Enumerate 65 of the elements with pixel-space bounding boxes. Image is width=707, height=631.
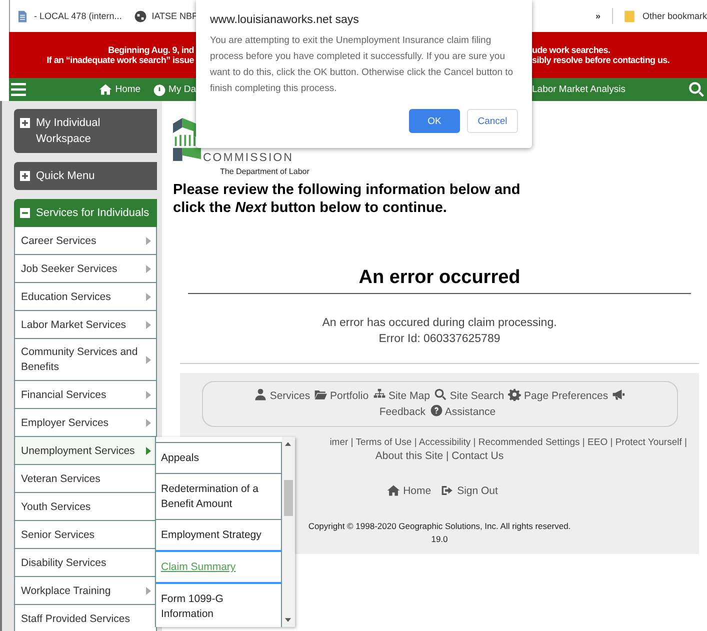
version-text: 19.0 — [431, 534, 448, 544]
sidebar-item[interactable]: Job Seeker Services — [14, 255, 157, 283]
gauge-icon — [152, 83, 166, 96]
ok-button[interactable]: OK — [409, 109, 460, 133]
scrollbar-thumb[interactable] — [284, 480, 294, 516]
minus-icon — [20, 208, 30, 218]
sidebar-item[interactable]: Financial Services — [14, 381, 157, 409]
error-id: Error Id: 060337625789 — [378, 333, 500, 345]
bookmark-link[interactable]: IATSE NBF — [152, 11, 198, 21]
legal-links: About this Site | Contact Us — [375, 450, 504, 462]
bookmark-link[interactable]: - LOCAL 478 (intern... — [34, 11, 122, 21]
footer-link[interactable]: Assistance — [444, 406, 496, 418]
error-title: An error occurred — [358, 267, 520, 289]
sitemap-icon — [372, 388, 386, 401]
logo-text: COMMISSION — [203, 152, 294, 164]
footer-link[interactable]: Page Preferences — [524, 390, 608, 402]
footer-link[interactable]: Sign Out — [457, 484, 498, 496]
sign-out-icon — [441, 484, 454, 497]
error-message: An error has occured during claim processing. — [322, 317, 557, 329]
footer-link[interactable]: Site Search — [450, 390, 504, 402]
cancel-button[interactable]: Cancel — [467, 109, 518, 133]
footer-link[interactable]: Services — [270, 390, 310, 402]
sidebar-item[interactable]: Labor Market Services — [14, 311, 157, 339]
home-icon — [99, 83, 112, 96]
page-icon — [16, 10, 29, 22]
person-icon — [254, 388, 267, 401]
footer-link[interactable]: Site Map — [388, 390, 430, 402]
nav-link[interactable]: My Da — [168, 84, 196, 95]
nav-link[interactable]: Labor Market Analysis — [532, 84, 626, 95]
banner-text: If an “inadequate work search” issue — [46, 55, 194, 65]
copyright-text: Copyright © 1998-2020 Geographic Solutions, Inc. All rights reserved. — [308, 521, 571, 531]
sidebar-panel-header[interactable]: Quick Menu — [14, 162, 157, 190]
home-icon — [387, 484, 400, 497]
sidebar-item[interactable]: Career Services — [14, 227, 157, 255]
dialog-message: You are attempting to exit the Unemployment Insurance claim filing process before you have completed it successfully. If you are sure you want to do this, click the OK button. Otherwise click the Cancel button to finish completing this process. — [210, 34, 514, 96]
logo-icon — [173, 117, 201, 162]
bookmark-link[interactable]: Other bookmark — [642, 11, 707, 21]
megaphone-icon — [612, 388, 626, 401]
banner-text: sibly resolve before contacting us. — [532, 55, 671, 65]
bookmarks-overflow-button[interactable]: » — [595, 11, 600, 21]
plus-icon — [20, 118, 30, 128]
gear-icon — [508, 388, 522, 401]
menu-icon[interactable] — [11, 83, 26, 96]
scroll-down-icon[interactable] — [285, 618, 292, 622]
sidebar-panel-header[interactable]: Services for Individuals — [14, 199, 157, 227]
sidebar-item[interactable]: Education Services — [14, 283, 157, 311]
sidebar-item[interactable]: Unemployment Services — [14, 437, 157, 465]
nav-link[interactable]: Home — [115, 84, 141, 95]
question-icon — [430, 404, 442, 417]
dialog-title: www.louisianaworks.net says — [210, 14, 360, 26]
scrollbar[interactable] — [282, 437, 295, 627]
footer-link[interactable]: Home — [403, 484, 432, 496]
sidebar-item[interactable]: Community Services and Benefits — [14, 339, 157, 381]
logo-tagline: The Department of Labor — [220, 167, 310, 176]
search-icon[interactable] — [688, 81, 705, 98]
footer-link[interactable]: Feedback — [379, 406, 426, 418]
footer-link[interactable]: Portfolio — [330, 390, 369, 402]
legal-links: imer | Terms of Use | Accessibility | Recommended Settings | EEO | Protect Yourself | — [330, 437, 687, 448]
plus-icon — [20, 171, 30, 181]
page-heading: Please review the following information below and click the Next button below to continue. — [173, 181, 522, 217]
sidebar-panel-header[interactable]: My Individual Workspace — [14, 109, 157, 153]
banner-text: Beginning Aug. 9, ind — [108, 45, 194, 55]
scroll-up-icon[interactable] — [285, 442, 292, 446]
search-icon — [434, 388, 447, 401]
banner-text: ude work searches. — [532, 45, 612, 55]
